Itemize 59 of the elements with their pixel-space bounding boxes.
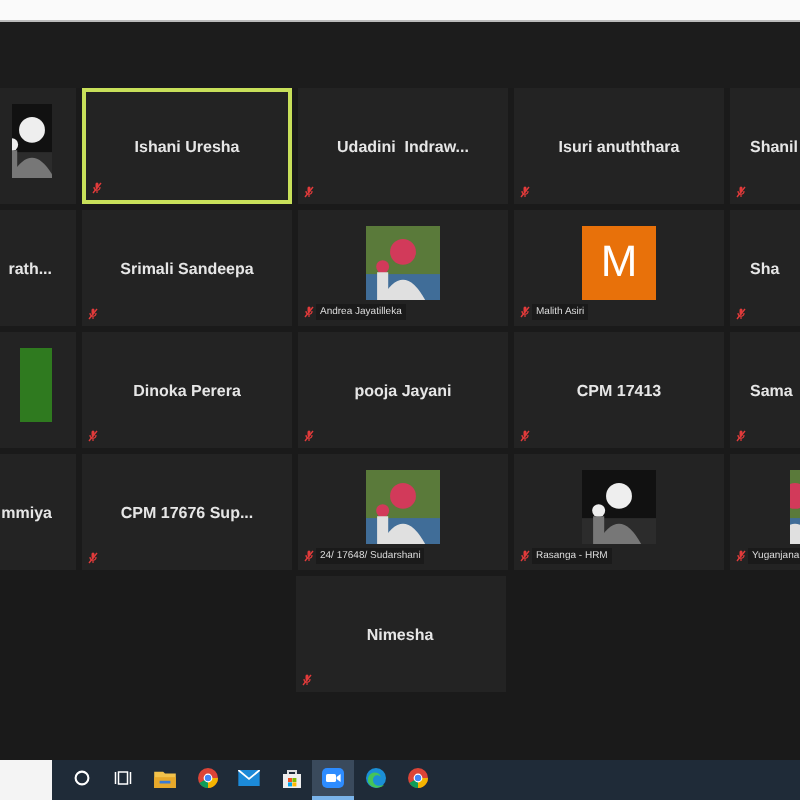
muted-microphone-icon (736, 430, 746, 442)
video-tile[interactable]: pooja Jayani (298, 332, 508, 448)
video-tile[interactable]: Sama (730, 332, 800, 448)
video-tile[interactable]: CPM 17676 Sup... (82, 454, 292, 570)
muted-microphone-icon (304, 306, 314, 318)
video-tile[interactable]: mmiya (0, 454, 76, 570)
video-tile[interactable]: Ishani Uresha (82, 88, 292, 204)
participant-name: Dinoka Perera (133, 381, 241, 399)
participant-name: Srimali Sandeepa (120, 259, 254, 277)
video-tile[interactable]: Udadini Indraw... (298, 88, 508, 204)
participant-name: Shanil (750, 137, 799, 155)
muted-microphone-icon (301, 674, 311, 686)
participant-name: pooja Jayani (354, 381, 452, 399)
avatar-letter: M (600, 236, 638, 288)
video-tile[interactable]: Nimesha (295, 576, 505, 692)
muted-microphone-icon (520, 186, 530, 198)
muted-microphone-icon (520, 550, 530, 562)
muted-microphone-icon (92, 182, 102, 194)
taskbar-button[interactable] (312, 760, 354, 800)
muted-microphone-icon (736, 550, 746, 562)
muted-microphone-icon (88, 552, 98, 564)
video-tile[interactable]: Isuri anuththara (514, 88, 724, 204)
muted-microphone-icon (736, 308, 746, 320)
participant-name: Sama (750, 381, 793, 399)
muted-microphone-icon (520, 306, 530, 318)
search-field[interactable] (0, 760, 52, 800)
mail-icon (238, 770, 260, 786)
video-tile[interactable]: Shanil (730, 88, 800, 204)
browser-icon (365, 768, 385, 788)
video-tile[interactable] (0, 88, 76, 204)
video-tile[interactable]: Sha (730, 210, 800, 326)
muted-microphone-icon (520, 430, 530, 442)
participant-name: Udadini Indraw... (337, 137, 469, 155)
video-tile[interactable] (0, 332, 76, 448)
muted-microphone-icon (88, 430, 98, 442)
muted-microphone-icon (304, 550, 314, 562)
video-camera-icon (322, 768, 344, 788)
participant-name: CPM 17413 (576, 381, 662, 399)
participant-name: rath... (8, 259, 52, 277)
muted-microphone-icon (304, 186, 314, 198)
muted-microphone-icon (304, 430, 314, 442)
video-tile[interactable]: CPM 17413 (514, 332, 724, 448)
circle-icon (73, 770, 89, 786)
participant-name: Nimesha (366, 625, 434, 643)
task-view-icon (114, 770, 132, 786)
folder-icon (154, 769, 176, 787)
shopping-bag-icon (281, 768, 301, 788)
participant-name: Ishani Uresha (134, 137, 240, 155)
muted-microphone-icon (736, 186, 746, 198)
video-tile[interactable]: Srimali Sandeepa (82, 210, 292, 326)
participant-name: Sha (750, 259, 780, 277)
video-tile[interactable]: rath... (0, 210, 76, 326)
participant-name: CPM 17676 Sup... (120, 503, 254, 521)
participant-name: mmiya (1, 503, 52, 521)
muted-microphone-icon (88, 308, 98, 320)
browser-icon (197, 768, 217, 788)
browser-icon (407, 768, 427, 788)
video-tile[interactable]: Dinoka Perera (82, 332, 292, 448)
participant-name: Isuri anuththara (558, 137, 680, 155)
